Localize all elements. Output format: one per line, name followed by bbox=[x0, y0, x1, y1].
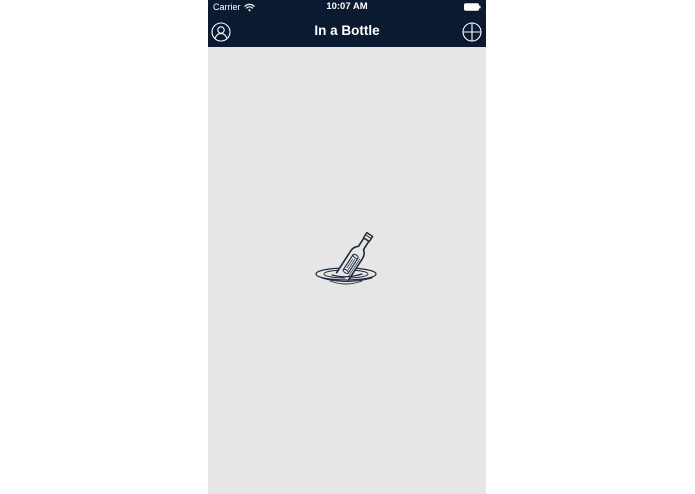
status-time: 10:07 AM bbox=[326, 1, 368, 12]
bottle-illustration bbox=[312, 225, 384, 291]
profile-icon bbox=[211, 22, 231, 42]
page-title: In a Bottle bbox=[314, 23, 380, 38]
nav-bar: Carrier 10:07 AM In a Bottle bbox=[208, 0, 486, 47]
status-bar: Carrier 10:07 AM bbox=[208, 0, 486, 14]
add-icon bbox=[462, 22, 482, 42]
battery-icon bbox=[464, 3, 481, 11]
message-in-bottle-icon bbox=[315, 231, 377, 285]
profile-button[interactable] bbox=[211, 22, 231, 42]
app-screen: Carrier 10:07 AM In a Bottle bbox=[208, 0, 486, 494]
add-button[interactable] bbox=[462, 22, 482, 42]
